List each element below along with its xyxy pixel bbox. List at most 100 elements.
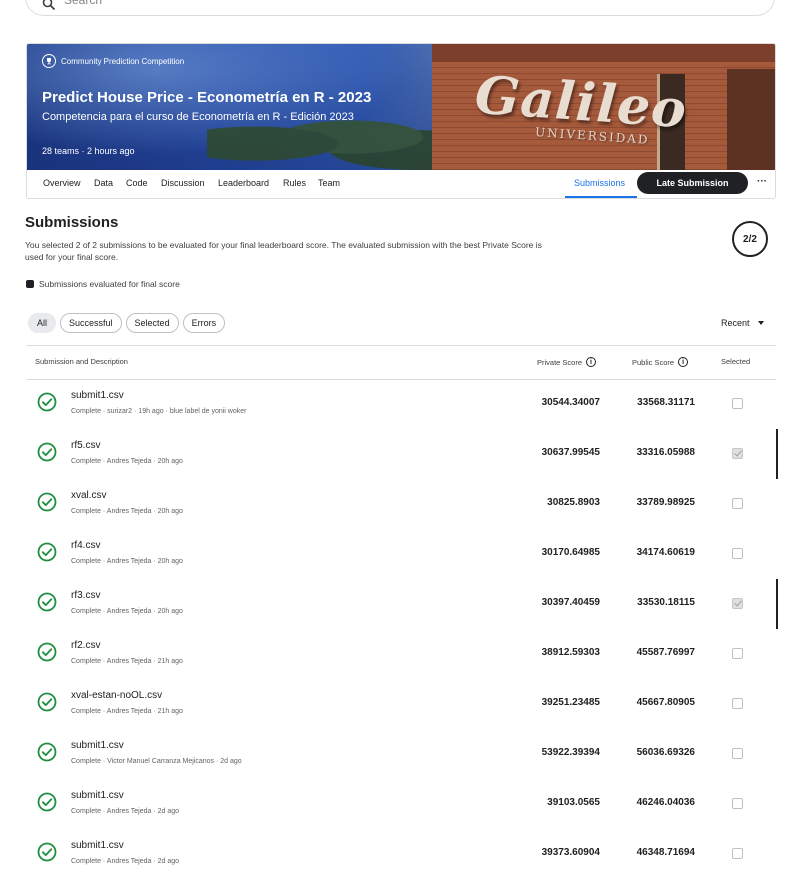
tab-overview[interactable]: Overview [43,178,81,188]
submission-description: Complete · surizar2 · 19h ago · blue lab… [71,408,247,415]
selected-checkbox[interactable] [732,548,743,559]
submission-description: Complete · Andres Tejeda · 20h ago [71,508,183,515]
table-row[interactable]: rf3.csv Complete · Andres Tejeda · 20h ag… [26,580,776,630]
search-input[interactable] [64,0,464,7]
private-score: 53922.39394 [541,747,600,758]
caret-down-icon [757,321,764,325]
search-icon [42,0,56,11]
submission-name[interactable]: submit1.csv [71,390,124,401]
private-score: 30544.34007 [541,397,600,408]
check-circle-icon [37,542,57,562]
competition-title: Predict House Price - Econometría en R -… [42,89,372,106]
table-row[interactable]: xval.csv Complete · Andres Tejeda · 20h a… [26,480,776,530]
table-header: Submission and Description Private Score… [26,345,776,380]
check-circle-icon [37,642,57,662]
submission-name[interactable]: submit1.csv [71,740,124,751]
selected-counter: 2/2 [732,221,768,257]
public-score: 45587.76997 [636,647,695,658]
table-row[interactable]: rf5.csv Complete · Andres Tejeda · 20h ag… [26,430,776,480]
private-score: 38912.59303 [541,647,600,658]
public-score: 46348.71694 [636,847,695,858]
competition-card: Galileo UNIVERSIDAD Community Prediction… [26,43,776,199]
competition-subtitle: Competencia para el curso de Econometría… [42,111,354,123]
table-row[interactable]: submit1.csv Complete · Andres Tejeda · 2d… [26,780,776,830]
selected-checkbox[interactable] [732,798,743,809]
check-circle-icon [37,692,57,712]
final-score-legend: Submissions evaluated for final score [26,279,180,289]
tab-rules[interactable]: Rules [283,178,306,188]
table-row[interactable]: submit1.csv Complete · surizar2 · 19h ago… [26,380,776,430]
selected-checkbox[interactable] [732,498,743,509]
public-score: 56036.69326 [636,747,695,758]
selected-checkbox[interactable] [732,598,743,609]
private-score: 30170.64985 [541,547,600,558]
tab-leaderboard[interactable]: Leaderboard [218,178,269,188]
selected-checkbox[interactable] [732,448,743,459]
selected-checkbox[interactable] [732,848,743,859]
submission-name[interactable]: submit1.csv [71,790,124,801]
tab-code[interactable]: Code [126,178,148,188]
final-score-marker [776,579,778,629]
selected-checkbox[interactable] [732,398,743,409]
more-options-icon[interactable]: ··· [757,176,767,187]
check-circle-icon [37,792,57,812]
check-circle-icon [37,392,57,412]
info-icon[interactable]: i [586,357,597,367]
private-score: 30825.8903 [547,497,600,508]
public-score: 45667.80905 [636,697,695,708]
competition-tabs: Overview Data Code Discussion Leaderboar… [27,170,775,198]
legend-square-icon [26,280,34,288]
submission-name[interactable]: rf5.csv [71,440,100,451]
tab-discussion[interactable]: Discussion [161,178,205,188]
table-row[interactable]: rf2.csv Complete · Andres Tejeda · 21h ag… [26,630,776,680]
submission-name[interactable]: submit1.csv [71,840,124,851]
final-score-marker [776,429,778,479]
public-score: 33530.18115 [637,597,695,608]
filter-selected[interactable]: Selected [125,313,179,333]
check-circle-icon [37,842,57,862]
submission-name[interactable]: xval-estan-noOL.csv [71,690,162,701]
submission-description: Complete · Andres Tejeda · 20h ago [71,458,183,465]
tab-data[interactable]: Data [94,178,113,188]
public-score: 33568.31171 [637,397,695,408]
header-selected: Selected [721,357,751,366]
private-score: 30397.40459 [541,597,600,608]
filter-all[interactable]: All [28,313,57,333]
private-score: 39103.0565 [547,797,600,808]
check-circle-icon [37,492,57,512]
submission-name[interactable]: rf3.csv [71,590,100,601]
competition-meta: 28 teams · 2 hours ago [42,146,135,156]
sort-dropdown[interactable]: Recent [721,318,764,328]
table-row[interactable]: submit1.csv Complete · Victor Manuel Carr… [26,730,776,780]
submission-name[interactable]: xval.csv [71,490,107,501]
submission-description: Complete · Andres Tejeda · 20h ago [71,608,183,615]
submission-name[interactable]: rf4.csv [71,540,100,551]
selected-checkbox[interactable] [732,748,743,759]
check-circle-icon [37,742,57,762]
search-bar[interactable] [25,0,775,16]
submission-name[interactable]: rf2.csv [71,640,100,651]
legend-label: Submissions evaluated for final score [39,279,180,289]
public-score: 33316.05988 [636,447,695,458]
public-score: 46246.04036 [636,797,695,808]
submission-description: Complete · Andres Tejeda · 20h ago [71,558,183,565]
table-row[interactable]: submit1.csv Complete · Andres Tejeda · 2d… [26,830,776,880]
tab-submissions[interactable]: Submissions [574,178,625,188]
selected-checkbox[interactable] [732,698,743,709]
tab-team[interactable]: Team [318,178,340,188]
page-title: Submissions [25,214,119,231]
submission-description: Complete · Andres Tejeda · 2d ago [71,808,180,815]
table-row[interactable]: rf4.csv Complete · Andres Tejeda · 20h ag… [26,530,776,580]
submission-description: Complete · Victor Manuel Carranza Mejica… [71,758,242,765]
info-icon[interactable]: i [678,357,689,367]
submission-description: Complete · Andres Tejeda · 2d ago [71,858,180,865]
late-submission-button[interactable]: Late Submission [637,172,748,194]
table-row[interactable]: xval-estan-noOL.csv Complete · Andres Tej… [26,680,776,730]
filter-errors[interactable]: Errors [182,313,226,333]
private-score: 39373.60904 [541,847,600,858]
selected-checkbox[interactable] [732,648,743,659]
competition-banner: Galileo UNIVERSIDAD Community Prediction… [27,44,775,170]
competition-type-tag: Community Prediction Competition [42,54,184,68]
filter-successful[interactable]: Successful [60,313,122,333]
header-private-score: Private Score i [537,357,597,367]
